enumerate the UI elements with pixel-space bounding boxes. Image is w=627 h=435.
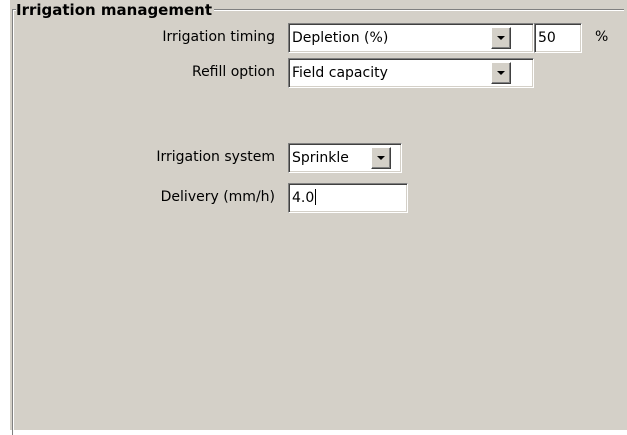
irrigation-panel: Irrigation management Irrigation timing … [10, 0, 627, 435]
refill-option-select[interactable]: Field capacity [288, 58, 534, 88]
chevron-down-icon [497, 71, 505, 75]
delivery-input[interactable]: 4.0 [288, 183, 408, 213]
refill-option-dropdown-button[interactable] [491, 62, 511, 84]
depletion-percent-value: 50 [538, 30, 556, 46]
irrigation-system-dropdown-button[interactable] [371, 147, 391, 169]
delivery-input-text: 4.0 [292, 189, 317, 207]
irrigation-system-value: Sprinkle [292, 150, 349, 166]
depletion-percent-input[interactable]: 50 [534, 23, 582, 53]
delivery-label: Delivery (mm/h) [160, 189, 275, 205]
irrigation-timing-select[interactable]: Depletion (%) [288, 23, 534, 53]
irrigation-timing-dropdown-button[interactable] [491, 27, 511, 49]
irrigation-timing-label: Irrigation timing [162, 29, 275, 45]
chevron-down-icon [497, 36, 505, 40]
delivery-value: 4.0 [292, 190, 315, 206]
irrigation-timing-value: Depletion (%) [292, 30, 389, 46]
group-title: Irrigation management [16, 1, 215, 19]
chevron-down-icon [377, 156, 385, 160]
irrigation-system-label: Irrigation system [156, 149, 275, 165]
refill-option-label: Refill option [191, 64, 275, 80]
irrigation-system-select[interactable]: Sprinkle [288, 143, 402, 173]
percent-unit-label: % [595, 29, 609, 45]
text-caret [315, 189, 317, 205]
refill-option-value: Field capacity [292, 65, 388, 81]
